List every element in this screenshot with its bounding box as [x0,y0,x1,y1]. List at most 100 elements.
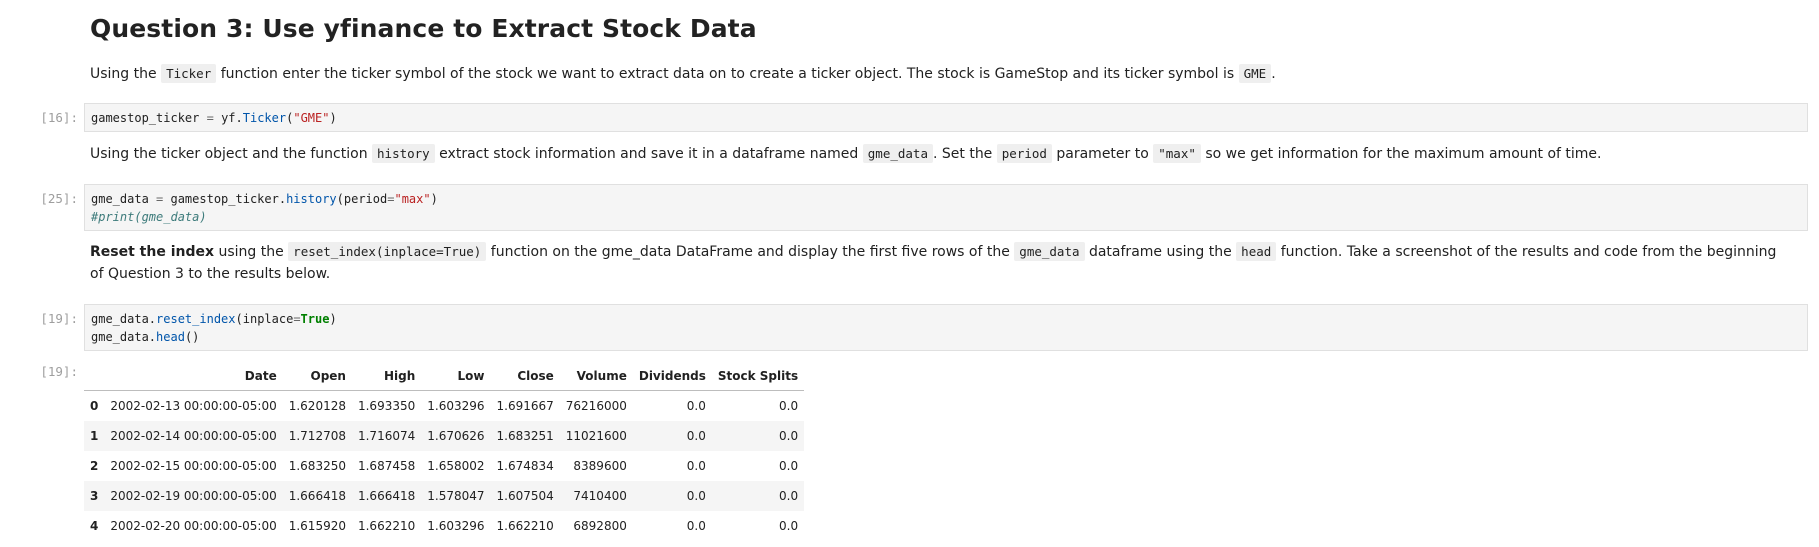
code-token: ) [430,192,438,206]
cell-close: 1.607504 [496,489,554,503]
cell-low: 1.658002 [427,459,485,473]
cell-date: 2002-02-20 00:00:00-05:00 [110,519,277,533]
code-token: = [199,111,222,125]
md-text: parameter to [1056,146,1149,162]
cell-low: 1.578047 [427,489,485,503]
code-keyword: True [300,312,330,326]
cell-dividends: 0.0 [686,489,706,503]
cell-close: 1.674834 [496,459,554,473]
markdown-cell-history: Using the ticker object and the function… [90,143,1783,165]
inline-code: history [372,144,435,163]
cell-date: 2002-02-19 00:00:00-05:00 [110,489,277,503]
cell-date: 2002-02-13 00:00:00-05:00 [110,399,277,413]
output-prompt: [19]: [40,364,78,379]
md-text: so we get information for the maximum am… [1205,146,1602,162]
table-row: 0 2002-02-13 00:00:00-05:00 1.620128 1.6… [84,391,804,422]
row-index: 3 [90,489,99,503]
md-text: . [1271,66,1276,82]
cell-volume: 76216000 [565,399,627,413]
inline-code: gme_data [1014,242,1085,261]
cell-prompt: [25]: [40,191,78,206]
cell-open: 1.620128 [288,399,346,413]
cell-date: 2002-02-14 00:00:00-05:00 [110,429,277,443]
inline-code: reset_index(inplace=True) [288,242,487,261]
md-text: dataframe using the [1088,244,1232,260]
md-text: Using the ticker object and the function [90,146,368,162]
column-header-volume: Volume [559,362,633,391]
code-token: ) [329,312,337,326]
cell-stock-splits: 0.0 [779,489,799,503]
code-token: (period [336,192,388,206]
code-token: gme_data [91,192,149,206]
cell-volume: 7410400 [573,489,627,503]
md-text: extract stock information and save it in… [439,146,859,162]
cell-high: 1.687458 [357,459,416,473]
cell-dividends: 0.0 [686,429,706,443]
cell-low: 1.603296 [427,399,485,413]
cell-low: 1.670626 [427,429,485,443]
cell-volume: 11021600 [565,429,627,443]
code-token: head [156,330,185,344]
md-text: function enter the ticker symbol of the … [220,66,1235,82]
code-token: () [184,330,200,344]
cell-high: 1.716074 [357,429,416,443]
table-row: 4 2002-02-20 00:00:00-05:00 1.615920 1.6… [84,511,804,541]
cell-volume: 6892800 [573,519,627,533]
code-token: = [148,192,171,206]
md-text: Using the [90,66,157,82]
cell-open: 1.712708 [288,429,346,443]
code-token: history [286,192,337,206]
code-cell-ticker[interactable]: gamestop_ticker = yf.Ticker("GME") [84,103,1808,132]
code-token: (inplace [235,312,294,326]
column-header-dividends: Dividends [632,362,712,391]
row-index: 0 [90,399,99,413]
table-header-row: Date Open High Low Close Volume Dividend… [84,362,805,391]
md-text: . Set the [932,146,993,162]
row-index: 1 [90,429,99,443]
cell-prompt: [16]: [40,110,78,125]
table-row: 1 2002-02-14 00:00:00-05:00 1.712708 1.7… [84,421,805,451]
code-token: gamestop_ticker. [170,192,287,206]
inline-code: period [996,144,1052,163]
inline-code: "max" [1153,144,1201,163]
code-cell-history[interactable]: gme_data = gamestop_ticker.history(perio… [84,184,1808,231]
cell-high: 1.693350 [357,399,416,413]
cell-date: 2002-02-15 00:00:00-05:00 [110,459,277,473]
cell-dividends: 0.0 [686,519,706,533]
inline-code: head [1236,242,1277,261]
markdown-cell-ticker: Using the Ticker function enter the tick… [90,63,1783,85]
code-token: gme_data. [91,330,157,344]
inline-code: gme_data [862,144,933,163]
cell-stock-splits: 0.0 [779,519,799,533]
cell-close: 1.691667 [496,399,554,413]
cell-dividends: 0.0 [686,399,706,413]
row-index: 4 [90,519,99,533]
inline-code: Ticker [161,64,217,83]
code-token: reset_index [156,312,236,326]
column-header-index [84,362,105,391]
markdown-cell-reset-index: Reset the index using the reset_index(in… [90,241,1783,285]
code-cell-reset-index[interactable]: gme_data.reset_index(inplace=True) gme_d… [84,304,1808,351]
cell-close: 1.683251 [496,429,554,443]
cell-stock-splits: 0.0 [779,399,799,413]
column-header-date: Date [104,362,283,391]
code-token: gamestop_ticker [91,111,200,125]
cell-high: 1.666418 [357,489,416,503]
column-header-close: Close [490,362,560,391]
table-row: 2 2002-02-15 00:00:00-05:00 1.683250 1.6… [84,451,804,481]
cell-dividends: 0.0 [686,459,706,473]
table-row: 3 2002-02-19 00:00:00-05:00 1.666418 1.6… [84,481,805,511]
code-token: gme_data. [91,312,157,326]
code-token: ) [329,111,337,125]
code-token: Ticker [242,111,287,125]
md-text: function on the gme_data DataFrame and d… [490,244,1010,260]
code-token: "max" [394,192,431,206]
dataframe-output: Date Open High Low Close Volume Dividend… [84,362,805,541]
code-comment: #print(gme_data) [91,210,207,224]
cell-stock-splits: 0.0 [779,429,799,443]
code-token: = [293,312,301,326]
cell-prompt: [19]: [40,311,78,326]
code-token: "GME" [293,111,330,125]
inline-code: GME [1238,64,1272,83]
md-text: using the [218,244,284,260]
